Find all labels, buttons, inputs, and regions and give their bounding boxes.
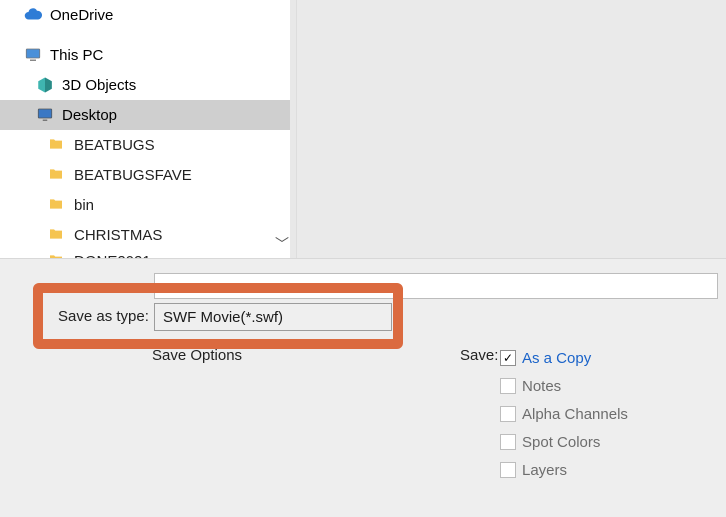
save-as-type-label: Save as type: — [58, 308, 149, 325]
checkbox-icon[interactable]: ✓ — [500, 350, 516, 366]
option-layers: Layers — [500, 459, 628, 481]
option-as-a-copy[interactable]: ✓ As a Copy — [500, 347, 628, 369]
folder-contents-pane[interactable] — [296, 0, 726, 258]
checkbox-icon — [500, 434, 516, 450]
option-alpha-channels: Alpha Channels — [500, 403, 628, 425]
checkbox-icon — [500, 406, 516, 422]
tree-item-folder[interactable]: CHRISTMAS — [0, 220, 290, 250]
cube-icon — [36, 76, 54, 94]
option-notes: Notes — [500, 375, 628, 397]
desktop-icon — [36, 106, 54, 124]
save-as-type-combo[interactable]: SWF Movie(*.swf) — [154, 303, 392, 331]
tree-item-folder[interactable]: BEATBUGSFAVE — [0, 160, 290, 190]
chevron-down-icon[interactable]: ﹀ — [275, 234, 289, 254]
tree-item-label: CHRISTMAS — [74, 227, 162, 244]
checkbox-icon — [500, 378, 516, 394]
save-dialog-panel: Save as type: SWF Movie(*.swf) Save Opti… — [0, 258, 726, 517]
pc-icon — [24, 46, 42, 64]
folder-icon — [48, 196, 66, 214]
tree-item-label: BEATBUGS — [74, 137, 155, 154]
cloud-icon — [24, 6, 42, 24]
tree-item-label: BEATBUGSFAVE — [74, 167, 192, 184]
option-label: Notes — [522, 378, 561, 395]
folder-icon — [48, 166, 66, 184]
option-label: Alpha Channels — [522, 406, 628, 423]
file-name-field[interactable] — [154, 273, 718, 299]
tree-item-this-pc[interactable]: This PC — [0, 40, 290, 70]
option-label: As a Copy — [522, 350, 591, 367]
save-as-type-value: SWF Movie(*.swf) — [163, 309, 283, 326]
tree-item-label: This PC — [50, 47, 103, 64]
save-options-button[interactable]: Save Options — [152, 347, 242, 364]
save-section-label: Save: — [460, 347, 498, 364]
tree-item-3d-objects[interactable]: 3D Objects — [0, 70, 290, 100]
save-as-type-row: Save as type: SWF Movie(*.swf) — [0, 299, 726, 335]
folder-icon — [48, 226, 66, 244]
checkbox-icon — [500, 462, 516, 478]
option-spot-colors: Spot Colors — [500, 431, 628, 453]
option-label: Layers — [522, 462, 567, 479]
sidebar-scrollbar[interactable]: ﹀ — [273, 0, 290, 258]
tree-item-onedrive[interactable]: OneDrive — [0, 0, 290, 30]
tree-item-folder[interactable]: bin — [0, 190, 290, 220]
tree-item-label: OneDrive — [50, 7, 113, 24]
tree-item-desktop[interactable]: Desktop — [0, 100, 290, 130]
option-label: Spot Colors — [522, 434, 600, 451]
folder-icon — [48, 136, 66, 154]
tree-item-label: 3D Objects — [62, 77, 136, 94]
folder-tree: OneDrive This PC 3D Objects Desktop BEAT… — [0, 0, 290, 258]
tree-item-label: bin — [74, 197, 94, 214]
tree-item-label: Desktop — [62, 107, 117, 124]
tree-item-folder[interactable]: BEATBUGS — [0, 130, 290, 160]
